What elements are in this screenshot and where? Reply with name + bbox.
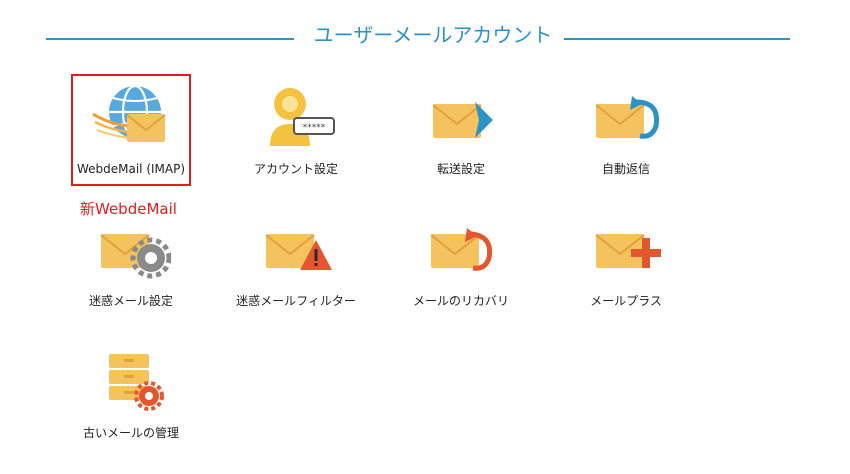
tile-label: メールプラス bbox=[590, 294, 662, 308]
tile-spam-filter[interactable]: 迷惑メールフィルター bbox=[236, 208, 356, 320]
envelope-warning-icon bbox=[265, 234, 332, 270]
tile-label: 古いメールの管理 bbox=[82, 426, 179, 440]
tile-label: 自動返信 bbox=[601, 162, 650, 176]
globe-envelope-icon bbox=[92, 84, 166, 142]
tile-label: 迷惑メールフィルター bbox=[236, 294, 356, 308]
envelope-recovery-icon bbox=[430, 228, 493, 271]
tile-label: WebdeMail (IMAP) bbox=[76, 162, 186, 176]
envelope-plus-icon bbox=[595, 234, 661, 268]
header-divider-left bbox=[46, 38, 294, 40]
tile-spam-settings[interactable]: 迷惑メール設定 bbox=[71, 208, 191, 320]
tile-label: 転送設定 bbox=[436, 162, 485, 176]
section-header: ユーザーメールアカウント bbox=[46, 22, 790, 48]
tile-webdemail-imap[interactable]: WebdeMail (IMAP) bbox=[71, 74, 191, 186]
tile-mail-recovery[interactable]: メールのリカバリ bbox=[401, 208, 521, 320]
tile-auto-reply[interactable]: 自動返信 bbox=[566, 76, 686, 188]
tile-account-settings[interactable]: ***** アカウント設定 bbox=[236, 76, 356, 188]
tile-old-mail-management[interactable]: 古いメールの管理 bbox=[71, 340, 191, 452]
tile-mail-plus[interactable]: メールプラス bbox=[566, 208, 686, 320]
envelope-forward-icon bbox=[432, 102, 493, 138]
user-password-icon: ***** bbox=[270, 88, 335, 146]
tile-label: メールのリカバリ bbox=[412, 294, 509, 308]
section-title: ユーザーメールアカウント bbox=[313, 23, 553, 47]
archive-gear-icon bbox=[109, 354, 164, 411]
tile-label: 迷惑メール設定 bbox=[88, 294, 173, 308]
header-divider-right bbox=[564, 38, 790, 40]
password-mask-text: ***** bbox=[303, 123, 326, 133]
tile-forwarding-settings[interactable]: 転送設定 bbox=[401, 76, 521, 188]
envelope-gear-icon bbox=[100, 234, 171, 279]
tile-label: アカウント設定 bbox=[253, 162, 338, 176]
envelope-reply-icon bbox=[595, 96, 660, 139]
